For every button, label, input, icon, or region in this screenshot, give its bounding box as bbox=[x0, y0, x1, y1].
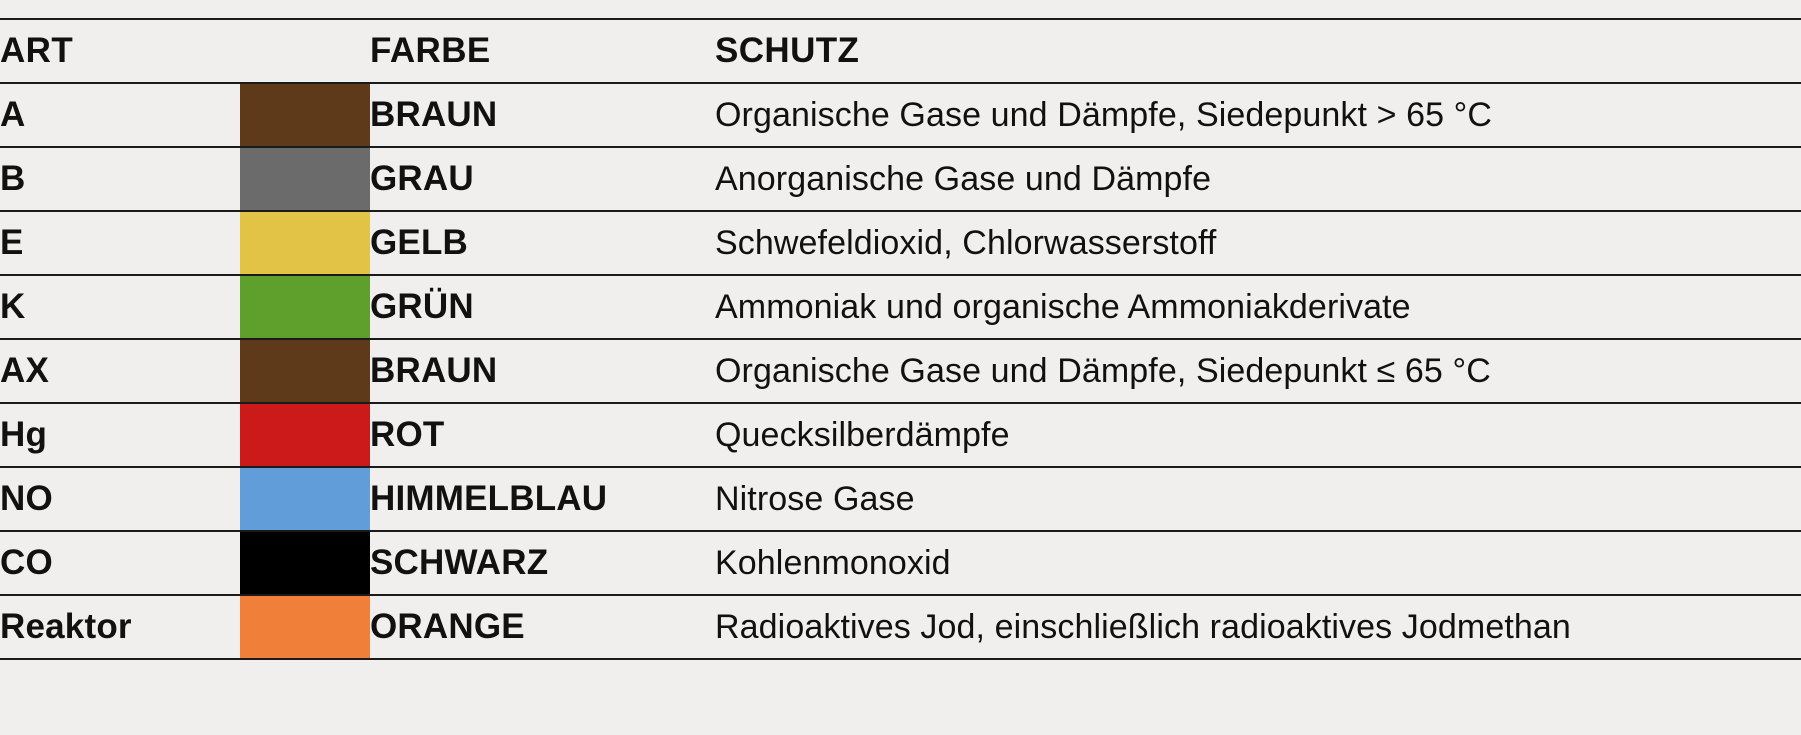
cell-color-swatch bbox=[240, 467, 370, 531]
cell-color-name: BRAUN bbox=[370, 95, 498, 134]
cell-protection-description: Ammoniak und organische Ammoniakderivate bbox=[715, 287, 1411, 326]
cell-color-name: GELB bbox=[370, 223, 469, 262]
cell-filter-type: E bbox=[0, 223, 24, 262]
color-swatch-himmelblau bbox=[240, 468, 370, 530]
header-row: ART FARBE SCHUTZ bbox=[0, 19, 1801, 83]
respirator-filter-table: ART FARBE SCHUTZ A BRAUN Organische Gase u… bbox=[0, 18, 1801, 660]
color-swatch-grün bbox=[240, 276, 370, 338]
top-spacer bbox=[0, 0, 1801, 18]
cell-color-swatch bbox=[240, 147, 370, 211]
cell-color-name: HIMMELBLAU bbox=[370, 479, 608, 518]
color-swatch-braun bbox=[240, 84, 370, 146]
cell-color-swatch bbox=[240, 339, 370, 403]
cell-protection-description: Radioaktives Jod, einschließlich radioak… bbox=[715, 607, 1571, 646]
cell-color-name: ORANGE bbox=[370, 607, 525, 646]
table-row: CO SCHWARZ Kohlenmonoxid bbox=[0, 531, 1801, 595]
cell-color-swatch bbox=[240, 83, 370, 147]
table-row: A BRAUN Organische Gase und Dämpfe, Siedep… bbox=[0, 83, 1801, 147]
cell-color-swatch bbox=[240, 275, 370, 339]
table-row: K GRÜN Ammoniak und organische Ammoniakder… bbox=[0, 275, 1801, 339]
table-row: AX BRAUN Organische Gase und Dämpfe, Siede… bbox=[0, 339, 1801, 403]
color-swatch-grau bbox=[240, 148, 370, 210]
column-header-art: ART bbox=[0, 31, 74, 70]
cell-color-swatch bbox=[240, 531, 370, 595]
cell-color-name: SCHWARZ bbox=[370, 543, 549, 582]
cell-color-swatch bbox=[240, 403, 370, 467]
table-row: B GRAU Anorganische Gase und Dämpfe bbox=[0, 147, 1801, 211]
cell-filter-type: AX bbox=[0, 351, 50, 390]
column-header-schutz: SCHUTZ bbox=[715, 31, 860, 70]
color-swatch-braun bbox=[240, 340, 370, 402]
cell-protection-description: Organische Gase und Dämpfe, Siedepunkt >… bbox=[715, 95, 1493, 134]
table-row: E GELB Schwefeldioxid, Chlorwasserstoff bbox=[0, 211, 1801, 275]
cell-protection-description: Kohlenmonoxid bbox=[715, 543, 951, 582]
cell-protection-description: Organische Gase und Dämpfe, Siedepunkt ≤… bbox=[715, 351, 1491, 390]
table-row: Hg ROT Quecksilberdämpfe bbox=[0, 403, 1801, 467]
cell-protection-description: Nitrose Gase bbox=[715, 479, 915, 518]
color-swatch-orange bbox=[240, 596, 370, 658]
cell-filter-type: NO bbox=[0, 479, 53, 518]
color-swatch-gelb bbox=[240, 212, 370, 274]
filter-types-table-sheet: ART FARBE SCHUTZ A BRAUN Organische Gase u… bbox=[0, 0, 1801, 735]
table-row: Reaktor ORANGE Radioaktives Jod, einschlie… bbox=[0, 595, 1801, 659]
table-body: A BRAUN Organische Gase und Dämpfe, Siedep… bbox=[0, 83, 1801, 659]
color-swatch-rot bbox=[240, 404, 370, 466]
cell-color-name: GRÜN bbox=[370, 287, 474, 326]
color-swatch-schwarz bbox=[240, 532, 370, 594]
cell-filter-type: Reaktor bbox=[0, 607, 132, 646]
table-row: NO HIMMELBLAU Nitrose Gase bbox=[0, 467, 1801, 531]
cell-filter-type: Hg bbox=[0, 415, 48, 454]
cell-protection-description: Anorganische Gase und Dämpfe bbox=[715, 159, 1212, 198]
cell-color-name: ROT bbox=[370, 415, 445, 454]
cell-filter-type: K bbox=[0, 287, 26, 326]
cell-protection-description: Quecksilberdämpfe bbox=[715, 415, 1010, 454]
cell-color-swatch bbox=[240, 595, 370, 659]
cell-filter-type: B bbox=[0, 159, 26, 198]
cell-color-name: BRAUN bbox=[370, 351, 498, 390]
cell-color-name: GRAU bbox=[370, 159, 474, 198]
cell-filter-type: A bbox=[0, 95, 26, 134]
cell-filter-type: CO bbox=[0, 543, 53, 582]
cell-protection-description: Schwefeldioxid, Chlorwasserstoff bbox=[715, 223, 1217, 262]
table-header: ART FARBE SCHUTZ bbox=[0, 19, 1801, 83]
column-header-swatch bbox=[240, 19, 370, 83]
cell-color-swatch bbox=[240, 211, 370, 275]
column-header-farbe: FARBE bbox=[370, 31, 491, 70]
